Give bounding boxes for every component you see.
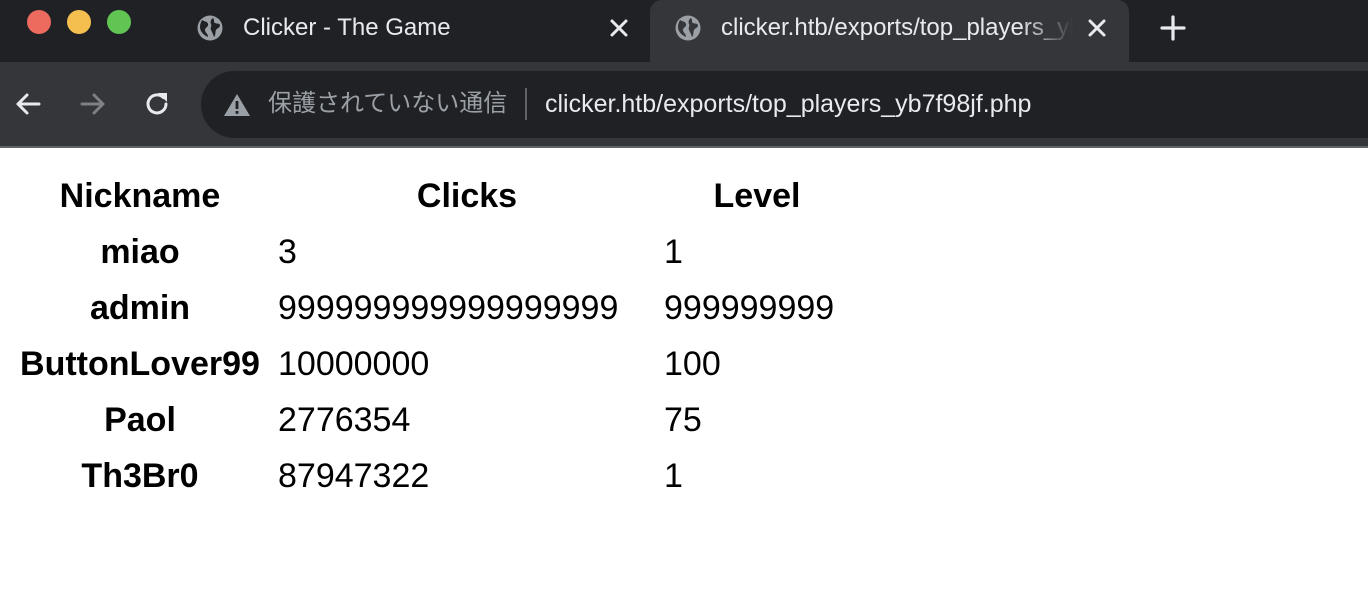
- tab-title: Clicker - The Game: [243, 14, 451, 41]
- tab-title: clicker.htb/exports/top_players_yb7f98jf…: [721, 14, 1073, 41]
- table-row: Paol 2776354 75: [8, 394, 852, 446]
- warning-icon[interactable]: [223, 92, 251, 118]
- tab-top-players[interactable]: clicker.htb/exports/top_players_yb7f98jf…: [650, 0, 1129, 62]
- player-clicks: 3: [278, 233, 297, 271]
- player-level: 999999999: [664, 289, 835, 327]
- window-minimize-button[interactable]: [67, 10, 91, 34]
- tab-strip: Clicker - The Game clicker.htb/exports/t…: [0, 0, 1368, 62]
- table-row: admin 999999999999999999 999999999: [8, 282, 852, 334]
- player-nickname: miao: [100, 233, 180, 271]
- column-header-clicks: Clicks: [416, 177, 518, 215]
- top-players-table: Nickname Clicks Level miao 3 1 admin 999…: [4, 166, 856, 506]
- player-level: 1: [664, 233, 683, 271]
- window-close-button[interactable]: [27, 10, 51, 34]
- table-header-row: Nickname Clicks Level: [8, 170, 852, 222]
- player-clicks: 2776354: [278, 401, 411, 439]
- player-level: 75: [664, 401, 702, 439]
- player-nickname: ButtonLover99: [20, 345, 260, 383]
- window-maximize-button[interactable]: [107, 10, 131, 34]
- arrow-right-icon[interactable]: [77, 88, 109, 120]
- player-nickname: admin: [89, 289, 191, 327]
- player-level: 1: [664, 457, 683, 495]
- column-header-nickname: Nickname: [59, 177, 221, 215]
- url-text[interactable]: clicker.htb/exports/top_players_yb7f98jf…: [545, 87, 1031, 121]
- address-bar-divider: [525, 88, 527, 120]
- player-nickname: Paol: [104, 401, 176, 439]
- table-row: ButtonLover99 10000000 100: [8, 338, 852, 390]
- table-row: miao 3 1: [8, 226, 852, 278]
- player-clicks: 10000000: [278, 345, 430, 383]
- table-row: Th3Br0 87947322 1: [8, 450, 852, 502]
- reload-icon[interactable]: [141, 88, 173, 120]
- security-status-label[interactable]: 保護されていない通信: [268, 87, 507, 121]
- close-icon[interactable]: [606, 15, 632, 41]
- player-nickname: Th3Br0: [81, 457, 199, 495]
- close-icon[interactable]: [1084, 15, 1110, 41]
- tab-clicker-game[interactable]: Clicker - The Game: [180, 0, 648, 62]
- browser-window: Clicker - The Game clicker.htb/exports/t…: [0, 0, 1368, 598]
- globe-icon: [197, 15, 223, 41]
- browser-toolbar: 保護されていない通信 clicker.htb/exports/top_playe…: [0, 62, 1368, 146]
- player-level: 100: [664, 345, 721, 383]
- player-clicks: 999999999999999999: [278, 289, 619, 327]
- arrow-left-icon[interactable]: [12, 88, 44, 120]
- column-header-level: Level: [713, 177, 801, 215]
- address-bar[interactable]: 保護されていない通信 clicker.htb/exports/top_playe…: [201, 71, 1368, 138]
- globe-icon: [675, 15, 701, 41]
- plus-icon[interactable]: [1158, 13, 1188, 43]
- page-content: Nickname Clicks Level miao 3 1 admin 999…: [0, 148, 1368, 598]
- player-clicks: 87947322: [278, 457, 430, 495]
